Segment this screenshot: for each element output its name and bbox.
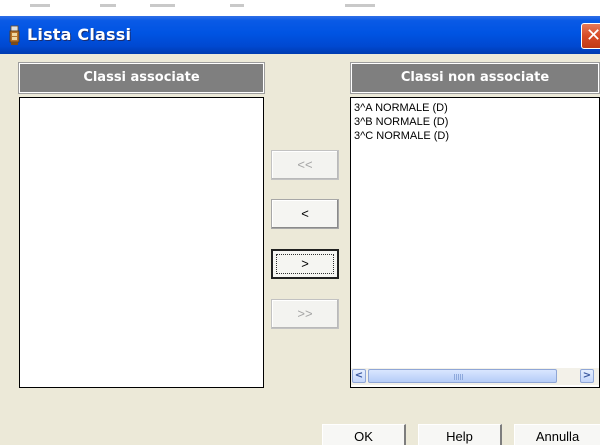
list-item[interactable]: 3^B NORMALE (D) [351, 115, 599, 129]
help-button[interactable]: Help [418, 424, 502, 445]
move-left-button[interactable]: < [271, 199, 339, 229]
background-window-strip [0, 0, 600, 16]
ok-button[interactable]: OK [322, 424, 406, 445]
associated-classes-list[interactable] [19, 97, 264, 388]
scroll-right-icon[interactable]: > [580, 369, 594, 383]
move-right-button[interactable]: > [271, 249, 339, 279]
move-all-left-button[interactable]: << [271, 150, 339, 180]
not-associated-classes-list[interactable]: 3^A NORMALE (D) 3^B NORMALE (D) 3^C NORM… [350, 97, 600, 388]
horizontal-scrollbar[interactable]: < > [351, 368, 599, 385]
scroll-left-icon[interactable]: < [352, 369, 366, 383]
title-bar[interactable]: Lista Classi ✕ [0, 16, 600, 54]
close-button[interactable]: ✕ [581, 23, 600, 49]
associated-classes-header: Classi associate [18, 62, 265, 94]
cancel-button[interactable]: Annulla [514, 424, 600, 445]
move-all-right-button[interactable]: >> [271, 299, 339, 329]
list-item[interactable]: 3^A NORMALE (D) [351, 101, 599, 115]
list-item[interactable]: 3^C NORMALE (D) [351, 129, 599, 143]
dialog-window: Lista Classi ✕ Classi associate Classi n… [0, 0, 600, 445]
close-icon: ✕ [586, 25, 600, 46]
focus-ring [276, 254, 334, 274]
not-associated-classes-header: Classi non associate [350, 62, 600, 94]
scrollbar-thumb[interactable] [368, 369, 557, 383]
app-icon [9, 25, 20, 45]
window-title: Lista Classi [27, 25, 132, 44]
